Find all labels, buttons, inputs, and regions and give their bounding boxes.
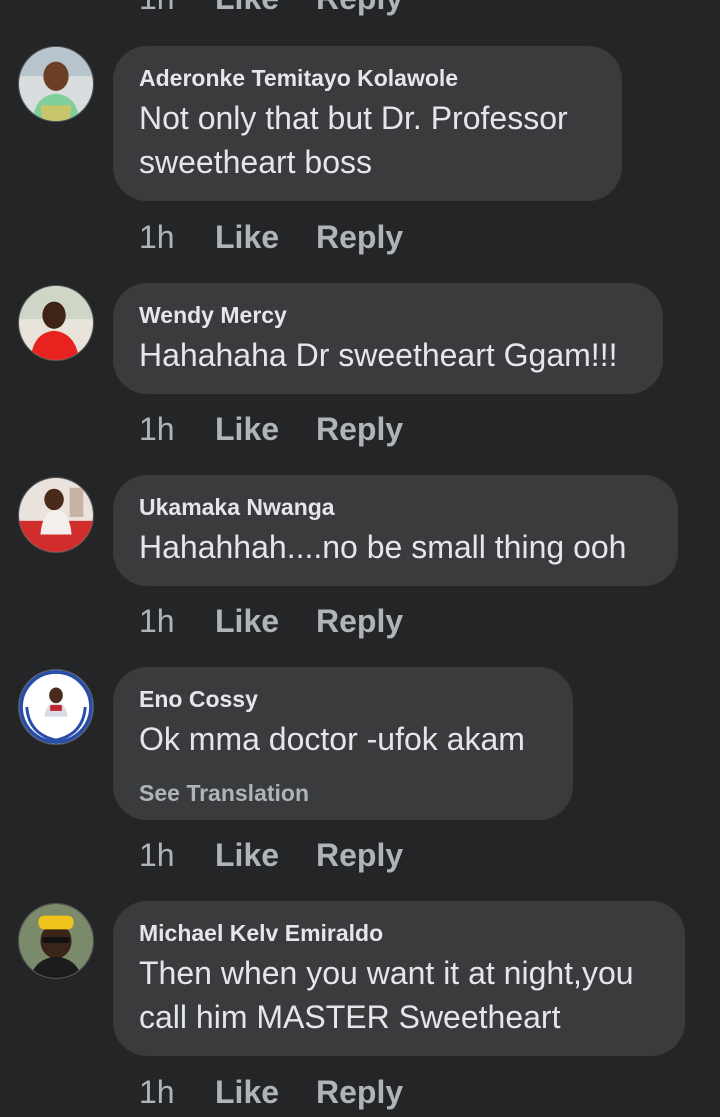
previous-comment-actions: 1h Like Reply (139, 0, 403, 18)
comment-bubble: Ukamaka Nwanga Hahahhah....no be small t… (113, 475, 678, 586)
reply-button[interactable]: Reply (316, 1074, 403, 1111)
comment-text: Hahahaha Dr sweetheart Ggam!!! (139, 337, 618, 373)
reply-button[interactable]: Reply (316, 603, 403, 640)
see-translation-link[interactable]: See Translation (139, 779, 547, 807)
comment-text: Not only that but Dr. Professor sweethea… (139, 100, 568, 180)
comment-author[interactable]: Aderonke Temitayo Kolawole (139, 64, 596, 92)
reply-button[interactable]: Reply (316, 837, 403, 874)
person-avatar-icon[interactable] (18, 903, 94, 979)
comment-time: 1h (139, 836, 175, 873)
comment-actions: 1h Like Reply (139, 1072, 403, 1112)
comment-actions: 1h Like Reply (139, 835, 403, 875)
comment-actions: 1h Like Reply (139, 217, 403, 257)
person-avatar-icon[interactable] (18, 477, 94, 553)
comment-time: 1h (139, 602, 175, 639)
comment-time: 1h (139, 1073, 175, 1110)
comment-bubble: Wendy Mercy Hahahaha Dr sweetheart Ggam!… (113, 283, 663, 394)
comment-actions: 1h Like Reply (139, 601, 403, 641)
person-avatar-icon[interactable] (18, 285, 94, 361)
comment-text: Ok mma doctor -ufok akam (139, 721, 525, 757)
comment-author[interactable]: Michael Kelv Emiraldo (139, 919, 659, 947)
comment-time: 1h (139, 410, 175, 447)
reply-button[interactable]: Reply (316, 411, 403, 448)
comment-bubble: Michael Kelv Emiraldo Then when you want… (113, 901, 685, 1056)
comment-text: Hahahhah....no be small thing ooh (139, 529, 627, 565)
comment-actions: 1h Like Reply (139, 409, 403, 449)
comment-bubble: Aderonke Temitayo Kolawole Not only that… (113, 46, 622, 201)
comment-bubble: Eno Cossy Ok mma doctor -ufok akam See T… (113, 667, 573, 820)
reply-button[interactable]: Reply (316, 219, 403, 256)
comment-author[interactable]: Eno Cossy (139, 685, 547, 713)
like-button[interactable]: Like (215, 837, 316, 874)
like-button[interactable]: Like (215, 219, 316, 256)
reply-button[interactable]: Reply (316, 0, 403, 17)
like-button[interactable]: Like (215, 411, 316, 448)
person-avatar-icon[interactable] (18, 46, 94, 122)
comment-author[interactable]: Ukamaka Nwanga (139, 493, 652, 521)
like-button[interactable]: Like (215, 603, 316, 640)
comment-text: Then when you want it at night,you call … (139, 955, 634, 1035)
badge-avatar-icon[interactable] (18, 669, 94, 745)
like-button[interactable]: Like (215, 0, 316, 17)
comment-author[interactable]: Wendy Mercy (139, 301, 637, 329)
comment-feed: 1h Like Reply Aderonke Temitayo Kolawole… (0, 0, 720, 1117)
comment-time: 1h (139, 0, 215, 17)
like-button[interactable]: Like (215, 1074, 316, 1111)
comment-time: 1h (139, 218, 175, 255)
